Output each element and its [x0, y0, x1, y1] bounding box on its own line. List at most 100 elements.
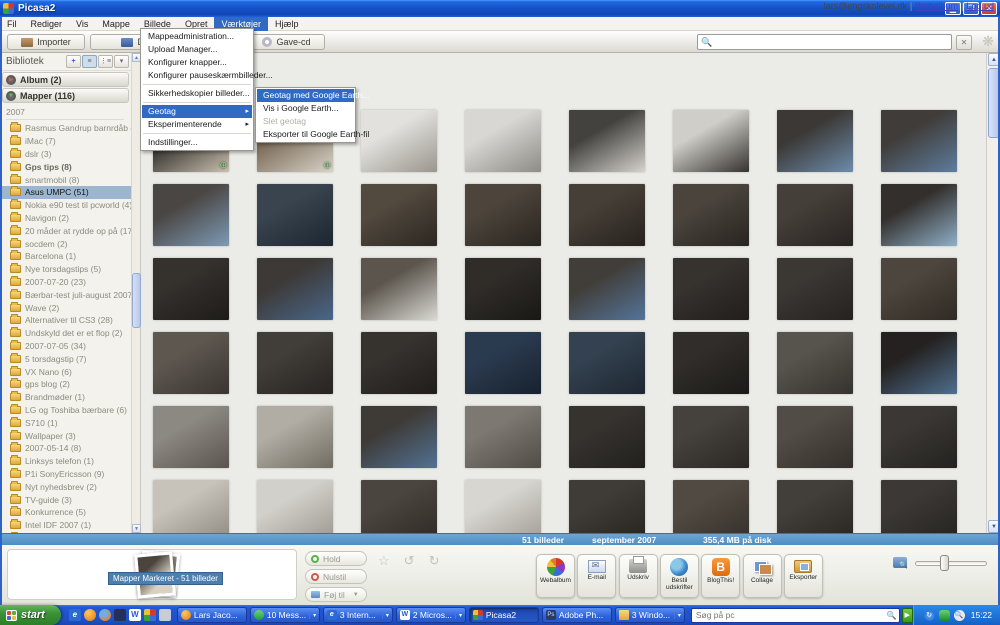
- logout-link[interactable]: Log ud: [966, 1, 994, 11]
- photo-thumbnail[interactable]: [465, 258, 541, 320]
- folder-item[interactable]: Wallpaper (3): [0, 429, 131, 442]
- folders-collection-header[interactable]: ▼ Mapper (116): [2, 88, 129, 103]
- photo-thumbnail[interactable]: [569, 332, 645, 394]
- photo-thumbnail[interactable]: [777, 406, 853, 468]
- ie-quicklaunch-icon[interactable]: e: [68, 609, 81, 621]
- folder-item[interactable]: P1i SonyEricsson (9): [0, 467, 131, 481]
- photo-thumbnail[interactable]: [153, 258, 229, 320]
- menu-item[interactable]: Upload Manager...: [142, 43, 252, 56]
- photo-thumbnail[interactable]: [673, 480, 749, 533]
- photo-thumbnail[interactable]: [153, 480, 229, 533]
- photo-thumbnail[interactable]: [361, 184, 437, 246]
- giftcd-button[interactable]: Gave-cd: [248, 34, 325, 50]
- rotate-left-icon[interactable]: ↺: [404, 553, 415, 569]
- folder-item[interactable]: Brandmøder (1): [0, 391, 131, 404]
- update-tray-icon[interactable]: ↻: [923, 609, 935, 621]
- zoom-slider-track[interactable]: [915, 561, 987, 566]
- menu-item[interactable]: Vis i Google Earth...: [257, 102, 354, 115]
- photo-thumbnail[interactable]: [361, 332, 437, 394]
- folder-item[interactable]: Nyt nyhedsbrev (2): [0, 480, 131, 493]
- folder-item[interactable]: TV-guide (3): [0, 493, 131, 506]
- collage-button[interactable]: Collage: [742, 554, 782, 598]
- taskbar-task-3-windo-[interactable]: 3 Windo... ▾: [614, 607, 685, 623]
- folder-item[interactable]: Alternativer til CS3 (28): [0, 314, 131, 327]
- folder-item[interactable]: VX Nano (6): [0, 365, 131, 378]
- photo-thumbnail[interactable]: [153, 332, 229, 394]
- ball-quicklaunch-icon[interactable]: [83, 609, 96, 621]
- photo-thumbnail[interactable]: [881, 332, 957, 394]
- folder-item[interactable]: 5 torsdagstip (7): [0, 352, 131, 365]
- menu-item[interactable]: Konfigurer knapper...: [142, 56, 252, 69]
- start-button[interactable]: start: [0, 605, 61, 625]
- search-tray-icon[interactable]: 🔍: [953, 609, 965, 621]
- gray-quicklaunch-icon[interactable]: [158, 609, 171, 621]
- media-quicklaunch-icon[interactable]: [113, 609, 126, 621]
- photo-thumbnail[interactable]: [673, 332, 749, 394]
- folder-item[interactable]: Asus UMPC (51): [0, 185, 131, 199]
- folder-item[interactable]: 2007-07-05 (34): [0, 339, 131, 353]
- photo-thumbnail[interactable]: [881, 406, 957, 468]
- blogthis--button[interactable]: B BlogThis!: [701, 554, 741, 598]
- folder-item[interactable]: S710 (1): [0, 416, 131, 429]
- eksporter-button[interactable]: Eksporter: [783, 554, 823, 598]
- photo-thumbnail[interactable]: [777, 110, 853, 172]
- photo-thumbnail[interactable]: [673, 184, 749, 246]
- photo-thumbnail[interactable]: [465, 406, 541, 468]
- folder-item[interactable]: Bærbar-test juli-august 2007 (20): [0, 288, 131, 301]
- photo-thumbnail[interactable]: [361, 110, 437, 172]
- photo-thumbnail[interactable]: [569, 184, 645, 246]
- clear-button[interactable]: Nulstil: [305, 569, 367, 584]
- selection-tray[interactable]: Mapper Markeret - 51 billeder: [7, 549, 297, 600]
- photo-thumbnail[interactable]: [673, 406, 749, 468]
- folder-item[interactable]: Nye torsdagstips (5): [0, 263, 131, 276]
- photo-thumbnail[interactable]: [881, 480, 957, 533]
- photo-thumbnail[interactable]: [777, 480, 853, 533]
- albums-collection-header[interactable]: ▶ Album (2): [2, 72, 129, 87]
- folder-item[interactable]: Intel IDF 2007 (1): [0, 519, 131, 532]
- menu-item[interactable]: Geotag ▸: [142, 105, 252, 118]
- photo-thumbnail[interactable]: [465, 184, 541, 246]
- photo-thumbnail[interactable]: [569, 406, 645, 468]
- zoom-slider-thumb[interactable]: [940, 555, 949, 571]
- taskbar-task-lars-jaco-[interactable]: Lars Jaco...: [176, 607, 247, 623]
- hold-button[interactable]: Hold: [305, 551, 367, 566]
- folder-item[interactable]: Wave (2): [0, 301, 131, 314]
- search-box[interactable]: 🔍: [697, 34, 952, 50]
- folder-item[interactable]: 2007-07-20 (23): [0, 275, 131, 289]
- menu-fil[interactable]: Fil: [0, 17, 24, 31]
- photo-thumbnail[interactable]: [257, 406, 333, 468]
- folder-item[interactable]: gps blog (2): [0, 378, 131, 391]
- folder-item[interactable]: socdem (2): [0, 237, 131, 250]
- scrollbar-thumb[interactable]: [132, 273, 141, 328]
- folder-item[interactable]: dslr (3): [0, 147, 131, 161]
- tree-view-button[interactable]: ⋮≡: [98, 55, 113, 68]
- desktop-search-input[interactable]: [691, 610, 887, 620]
- photo-thumbnail[interactable]: [569, 258, 645, 320]
- photo-thumbnail[interactable]: [153, 184, 229, 246]
- taskbar-task-picasa2[interactable]: Picasa2: [468, 607, 539, 623]
- folder-item[interactable]: LG og Toshiba bærbare (6): [0, 403, 131, 417]
- sort-dropdown-button[interactable]: ▾: [114, 55, 129, 68]
- add-album-button[interactable]: +: [66, 55, 81, 68]
- scroll-down-icon[interactable]: ▼: [132, 524, 141, 533]
- add-to-button[interactable]: Føj til ▼: [305, 587, 367, 602]
- expand-arrow-icon[interactable]: ▼: [6, 90, 16, 101]
- menu-item[interactable]: Eksporter til Google Earth-fil: [257, 128, 369, 141]
- folder-item[interactable]: Gps tips (8): [0, 160, 131, 173]
- photo-thumbnail[interactable]: [777, 258, 853, 320]
- photo-thumbnail[interactable]: [465, 480, 541, 533]
- photo-thumbnail[interactable]: [257, 480, 333, 533]
- photo-thumbnail[interactable]: [257, 332, 333, 394]
- photo-thumbnail[interactable]: [361, 480, 437, 533]
- word-quicklaunch-icon[interactable]: W: [128, 609, 141, 621]
- photo-thumbnail[interactable]: [569, 480, 645, 533]
- photo-thumbnail[interactable]: [777, 184, 853, 246]
- menu-item[interactable]: Eksperimenterende ▸: [142, 118, 252, 131]
- webalbum-button[interactable]: Webalbum: [536, 554, 575, 598]
- photo-thumbnail[interactable]: [673, 110, 749, 172]
- photo-thumbnail[interactable]: [881, 184, 957, 246]
- menu-item[interactable]: Sikkerhedskopier billeder...: [142, 87, 252, 100]
- picasa-quicklaunch-icon[interactable]: [143, 609, 156, 621]
- photo-thumbnail[interactable]: [881, 258, 957, 320]
- bestil-udskrifter-button[interactable]: Bestil udskrifter: [659, 554, 699, 598]
